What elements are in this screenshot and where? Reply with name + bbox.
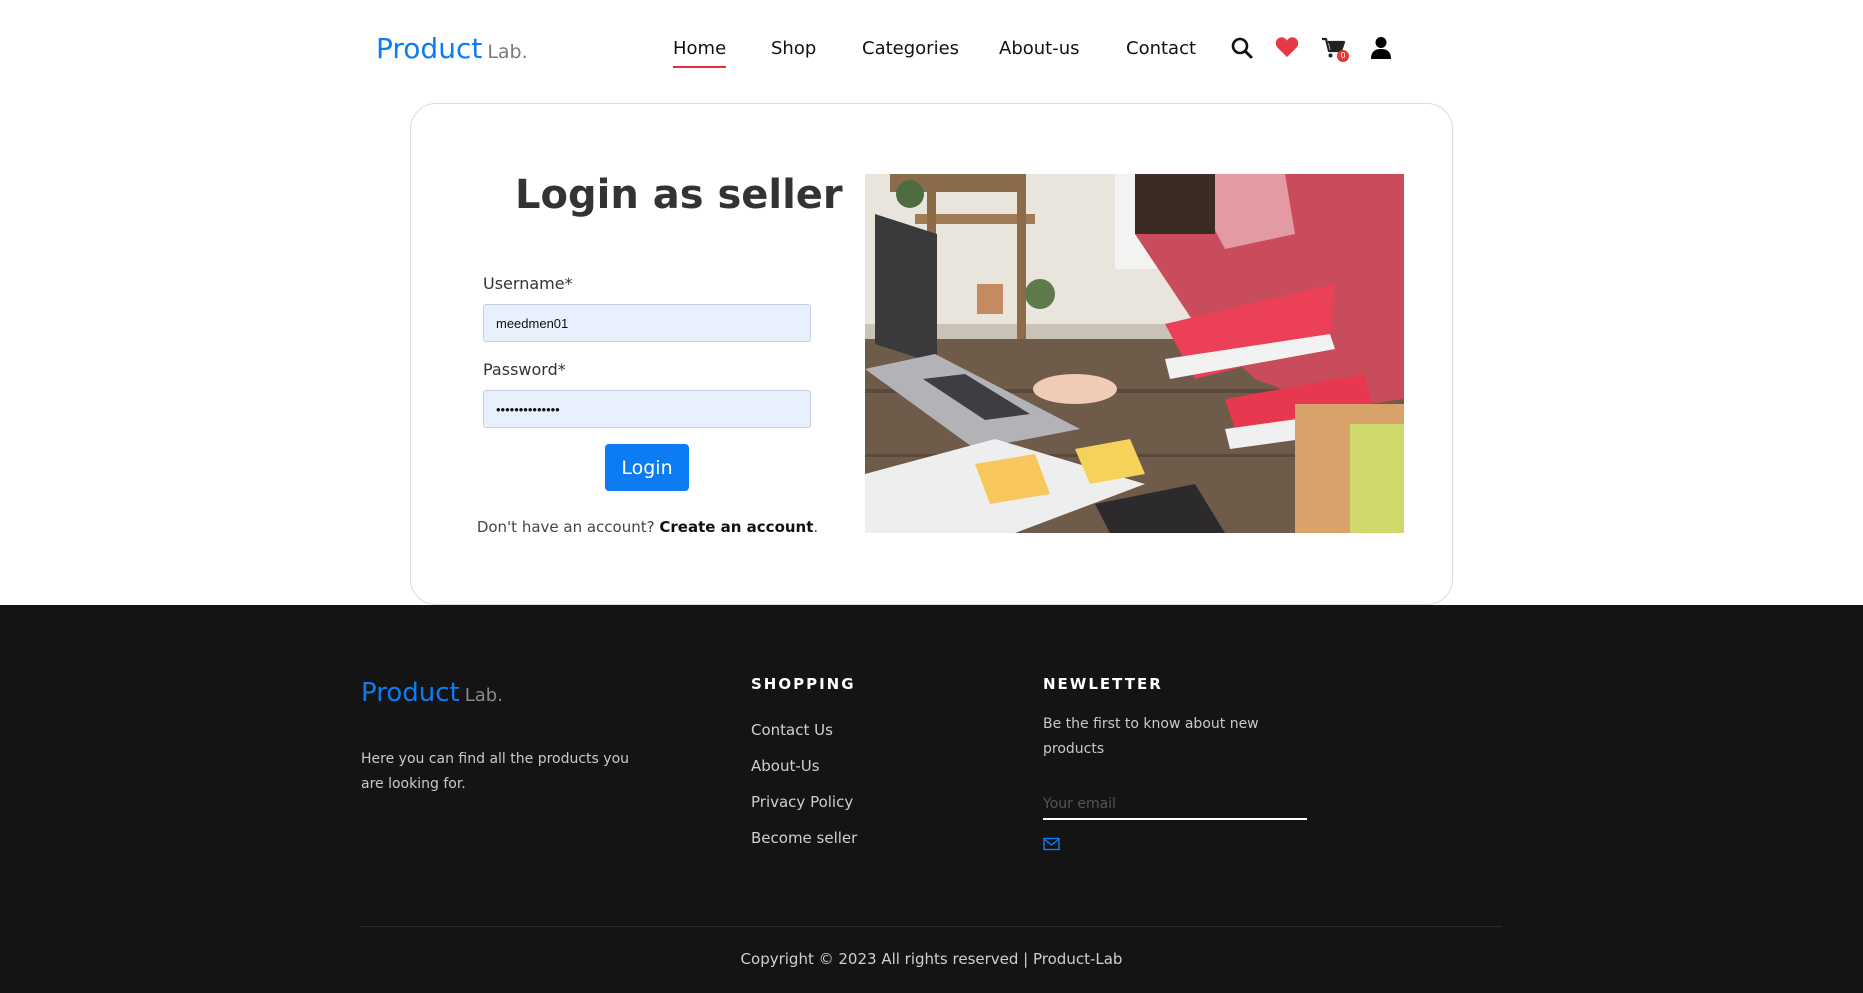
brand-name: Product bbox=[376, 32, 483, 65]
footer-link-about-us[interactable]: About-Us bbox=[751, 757, 820, 775]
seller-photo bbox=[865, 174, 1404, 533]
cart-icon[interactable]: 0 bbox=[1321, 36, 1349, 62]
user-icon[interactable] bbox=[1370, 36, 1396, 62]
brand-suffix: Lab. bbox=[487, 41, 528, 63]
site-footer: Product Lab. Here you can find all the pr… bbox=[0, 605, 1863, 993]
nav-home[interactable]: Home bbox=[673, 38, 727, 68]
heart-icon[interactable] bbox=[1275, 36, 1301, 62]
newsletter-description: Be the first to know about new products bbox=[1043, 716, 1259, 757]
nav-about-us[interactable]: About-us bbox=[999, 38, 1080, 59]
username-label: Username* bbox=[483, 274, 573, 293]
login-button[interactable]: Login bbox=[605, 444, 689, 491]
newsletter-heading: NEWLETTER bbox=[1043, 675, 1163, 693]
cart-count-badge: 0 bbox=[1337, 50, 1349, 62]
page-title: Login as seller bbox=[515, 172, 843, 218]
shopping-heading: SHOPPING bbox=[751, 675, 856, 693]
footer-brand-suffix: Lab. bbox=[464, 685, 503, 706]
footer-brand-name: Product bbox=[361, 678, 460, 708]
brand-logo[interactable]: Product Lab. bbox=[376, 32, 528, 65]
footer-description: Here you can find all the products you a… bbox=[361, 751, 630, 792]
username-field[interactable] bbox=[483, 304, 811, 342]
nav-categories[interactable]: Categories bbox=[862, 38, 959, 59]
prompt-period: . bbox=[813, 518, 819, 536]
footer-brand-logo[interactable]: Product Lab. bbox=[361, 678, 503, 708]
footer-link-contact-us[interactable]: Contact Us bbox=[751, 721, 833, 739]
nav-shop[interactable]: Shop bbox=[771, 38, 816, 59]
account-question: Don't have an account? bbox=[476, 518, 655, 536]
site-header: Product Lab. Home Shop Categories About-u… bbox=[0, 0, 1863, 100]
create-account-link[interactable]: Create an account bbox=[659, 518, 813, 536]
password-field[interactable] bbox=[483, 390, 811, 428]
search-icon[interactable] bbox=[1230, 36, 1256, 62]
create-account-prompt: Don't have an account? Create an account… bbox=[410, 518, 885, 536]
footer-link-privacy-policy[interactable]: Privacy Policy bbox=[751, 793, 853, 811]
footer-divider bbox=[361, 926, 1502, 927]
copyright-text: Copyright © 2023 All rights reserved | P… bbox=[740, 950, 1123, 968]
footer-link-become-seller[interactable]: Become seller bbox=[751, 829, 857, 847]
envelope-icon[interactable] bbox=[1043, 836, 1060, 851]
password-label: Password* bbox=[483, 360, 566, 379]
newsletter-email-input[interactable] bbox=[1043, 790, 1307, 820]
nav-contact[interactable]: Contact bbox=[1126, 38, 1196, 59]
